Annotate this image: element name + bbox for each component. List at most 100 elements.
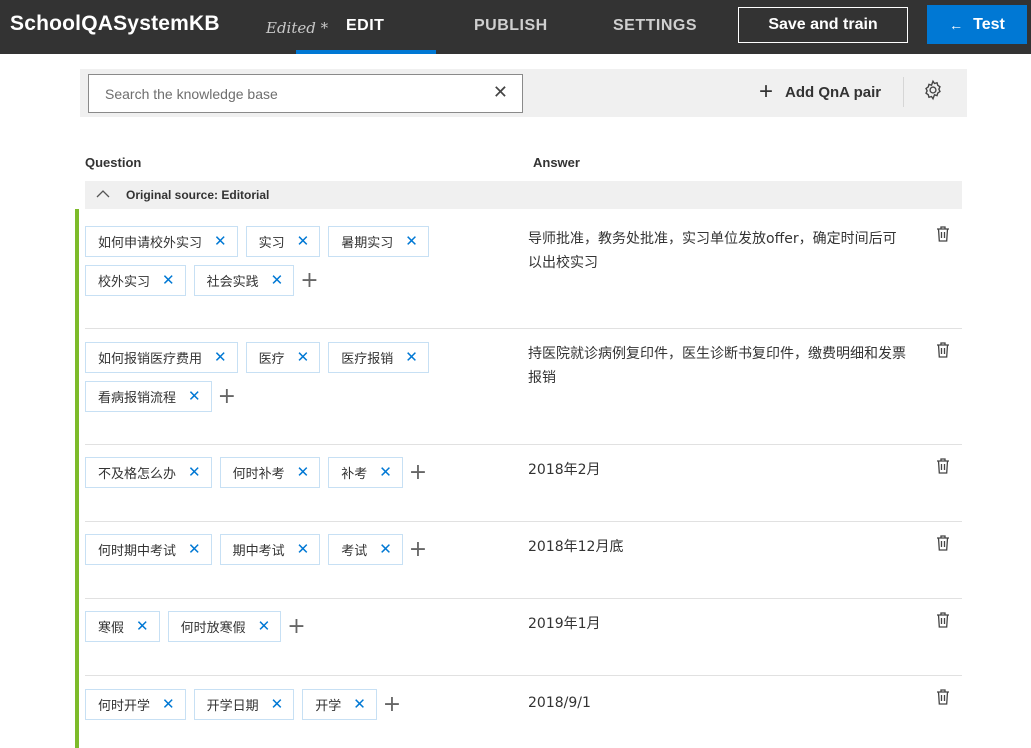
source-group-header[interactable]: Original source: Editorial (85, 181, 962, 209)
qna-row: 何时开学 ✕ 开学日期 ✕ 开学 ✕ + 2018/9/1 (85, 676, 962, 748)
question-chip[interactable]: 开学 ✕ (302, 689, 377, 720)
question-text: 如何报销医疗费用 (98, 352, 203, 367)
plus-icon[interactable]: + (409, 461, 427, 484)
search-placeholder: Search the knowledge base (105, 86, 278, 102)
plus-icon[interactable]: + (383, 693, 401, 716)
question-text: 何时放寒假 (180, 621, 246, 636)
tab-settings[interactable]: SETTINGS (613, 17, 697, 35)
close-icon[interactable]: ✕ (379, 465, 392, 480)
question-chips: 何时开学 ✕ 开学日期 ✕ 开学 ✕ + (85, 689, 515, 720)
answer-text[interactable]: 2018/9/1 (528, 691, 908, 715)
arrow-left-icon: ← (949, 16, 964, 33)
trash-icon[interactable] (935, 457, 951, 479)
question-chip[interactable]: 不及格怎么办 ✕ (85, 457, 212, 488)
question-chip[interactable]: 何时开学 ✕ (85, 689, 186, 720)
close-icon[interactable]: ✕ (188, 542, 201, 557)
active-tab-indicator (296, 50, 436, 54)
question-chip[interactable]: 如何报销医疗费用 ✕ (85, 342, 238, 373)
question-chip[interactable]: 医疗 ✕ (245, 342, 321, 373)
question-text: 看病报销流程 (98, 391, 177, 406)
trash-icon[interactable] (935, 611, 951, 633)
test-button[interactable]: ← Test (927, 5, 1027, 44)
question-chip[interactable]: 何时放寒假 ✕ (167, 611, 282, 642)
qna-row: 寒假 ✕ 何时放寒假 ✕ + 2019年1月 (85, 599, 962, 676)
close-icon[interactable]: ✕ (214, 350, 227, 365)
close-icon[interactable]: ✕ (297, 465, 310, 480)
gear-icon[interactable] (922, 79, 944, 105)
question-text: 实习 (258, 236, 285, 251)
question-chip[interactable]: 看病报销流程 ✕ (85, 381, 212, 412)
edited-indicator: Edited * (266, 19, 329, 37)
answer-text[interactable]: 2018年2月 (528, 458, 908, 482)
close-icon[interactable]: ✕ (162, 273, 175, 288)
trash-icon[interactable] (935, 225, 951, 247)
question-chips: 如何申请校外实习 ✕ 实习 ✕ 暑期实习 ✕ 校外实习 ✕ 社会实践 ✕ + (85, 226, 515, 296)
app-title: SchoolQASystemKB (10, 12, 220, 35)
toolbar-divider (903, 77, 904, 107)
question-chip[interactable]: 实习 ✕ (245, 226, 321, 257)
plus-icon[interactable]: + (287, 615, 305, 638)
close-icon[interactable]: ✕ (271, 697, 284, 712)
question-chip[interactable]: 开学日期 ✕ (193, 689, 295, 720)
trash-icon[interactable] (935, 688, 951, 710)
question-text: 暑期实习 (341, 236, 394, 251)
close-icon[interactable]: ✕ (258, 619, 271, 634)
question-chip[interactable]: 考试 ✕ (328, 534, 403, 565)
question-chip[interactable]: 社会实践 ✕ (193, 265, 295, 296)
close-icon[interactable]: ✕ (405, 234, 418, 249)
add-qna-pair-label: Add QnA pair (785, 83, 882, 101)
close-icon[interactable]: ✕ (162, 697, 175, 712)
close-icon[interactable]: ✕ (271, 273, 284, 288)
answer-text[interactable]: 2018年12月底 (528, 535, 908, 559)
trash-icon[interactable] (935, 534, 951, 556)
question-chip[interactable]: 何时期中考试 ✕ (85, 534, 212, 565)
question-text: 开学日期 (206, 699, 259, 714)
qna-row: 如何申请校外实习 ✕ 实习 ✕ 暑期实习 ✕ 校外实习 ✕ 社会实践 ✕ + 导师批准，教… (85, 209, 962, 329)
question-chip[interactable]: 医疗报销 ✕ (328, 342, 429, 373)
plus-icon[interactable]: + (409, 538, 427, 561)
plus-icon[interactable]: + (218, 385, 236, 408)
close-icon[interactable]: ✕ (214, 234, 227, 249)
question-chip[interactable]: 补考 ✕ (328, 457, 403, 488)
question-chip[interactable]: 何时补考 ✕ (219, 457, 321, 488)
tab-publish[interactable]: PUBLISH (474, 17, 548, 35)
question-text: 校外实习 (98, 275, 151, 290)
question-text: 何时补考 (232, 467, 285, 482)
close-icon[interactable]: ✕ (297, 350, 310, 365)
question-text: 社会实践 (206, 275, 259, 290)
question-text: 寒假 (98, 621, 125, 636)
question-text: 开学 (315, 699, 342, 714)
close-icon[interactable]: ✕ (188, 465, 201, 480)
answer-text[interactable]: 导师批准，教务处批准，实习单位发放offer，确定时间后可以出校实习 (528, 227, 908, 275)
question-chips: 不及格怎么办 ✕ 何时补考 ✕ 补考 ✕ + (85, 457, 515, 488)
trash-icon[interactable] (935, 341, 951, 363)
question-text: 不及格怎么办 (98, 467, 177, 482)
question-chip[interactable]: 校外实习 ✕ (85, 265, 186, 296)
chevron-up-icon[interactable] (95, 186, 111, 206)
close-icon[interactable]: ✕ (188, 389, 201, 404)
answer-text[interactable]: 2019年1月 (528, 612, 908, 636)
source-label: Original source: Editorial (126, 188, 270, 202)
add-qna-pair-button[interactable]: + Add QnA pair (759, 80, 882, 104)
question-chip[interactable]: 暑期实习 ✕ (328, 226, 429, 257)
close-icon[interactable]: ✕ (297, 234, 310, 249)
question-chip[interactable]: 寒假 ✕ (85, 611, 160, 642)
answer-column-header[interactable]: Answer (533, 155, 580, 170)
close-icon[interactable]: ✕ (297, 542, 310, 557)
plus-icon[interactable]: + (300, 269, 318, 292)
save-and-train-button[interactable]: Save and train (738, 7, 908, 43)
close-icon[interactable]: ✕ (136, 619, 149, 634)
question-chips: 寒假 ✕ 何时放寒假 ✕ + (85, 611, 515, 642)
close-icon[interactable]: ✕ (379, 542, 392, 557)
question-chip[interactable]: 期中考试 ✕ (219, 534, 321, 565)
qna-row: 何时期中考试 ✕ 期中考试 ✕ 考试 ✕ + 2018年12月底 (85, 522, 962, 599)
close-icon[interactable]: ✕ (353, 697, 366, 712)
close-icon[interactable]: ✕ (405, 350, 418, 365)
answer-text[interactable]: 持医院就诊病例复印件，医生诊断书复印件，缴费明细和发票报销 (528, 342, 908, 390)
question-column-header[interactable]: Question (85, 155, 141, 170)
test-button-label: Test (973, 15, 1005, 33)
tab-edit[interactable]: EDIT (346, 17, 384, 35)
search-input[interactable]: Search the knowledge base ✕ (88, 74, 523, 113)
close-icon[interactable]: ✕ (493, 84, 508, 102)
question-chip[interactable]: 如何申请校外实习 ✕ (85, 226, 238, 257)
